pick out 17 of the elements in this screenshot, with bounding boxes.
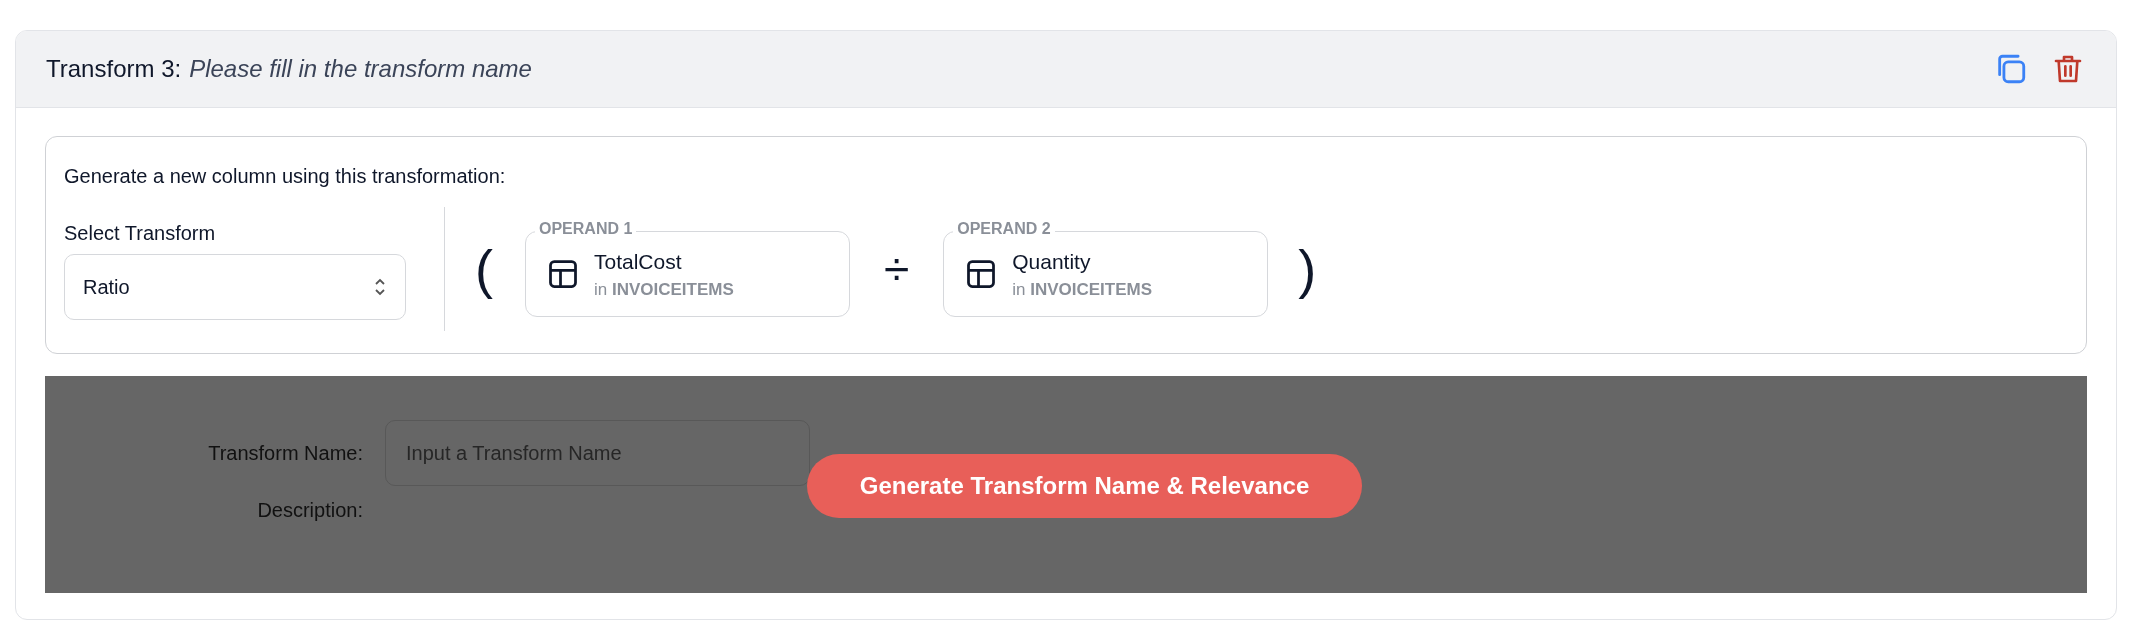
select-value: Ratio <box>83 275 130 300</box>
table-name: in INVOICEITEMS <box>594 279 734 301</box>
table-icon <box>966 259 997 289</box>
field-label: Description: <box>256 498 364 523</box>
table-icon <box>548 259 578 289</box>
field-label: Transform Name: <box>207 441 364 466</box>
card-title: Transform 3: <box>46 54 182 84</box>
column-name: TotalCost <box>594 248 683 275</box>
chevron-icon <box>373 276 387 298</box>
table-name: in INVOICEITEMS <box>1012 279 1153 301</box>
select-label: Select Transform <box>64 221 217 246</box>
card-subtitle: Please fill in the transform name <box>189 54 532 84</box>
column-name: Quantity <box>1012 248 1092 275</box>
name-input[interactable]: Input a Transform Name <box>385 420 810 486</box>
panel-heading: Generate a new column using this transformation: <box>64 164 507 189</box>
divide-sign: ÷ <box>883 246 911 292</box>
transform-select[interactable]: Ratio <box>64 254 406 320</box>
